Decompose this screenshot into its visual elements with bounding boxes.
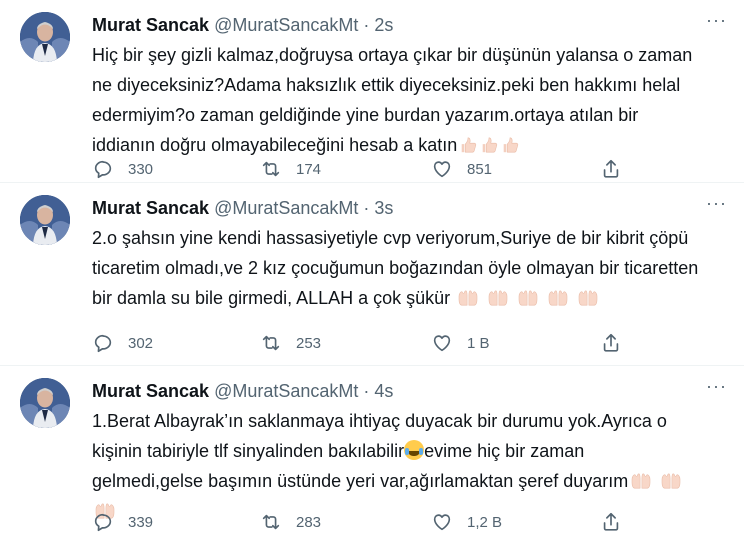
tweet-line-with-emoji: bir damla su bile girmedi, ALLAH a çok ş… <box>92 283 712 313</box>
share-button[interactable] <box>600 511 636 533</box>
share-icon <box>600 511 622 533</box>
laughing-emoji-icon <box>404 440 425 460</box>
tweet-line: gelmedi,gelse başımın üstünde yeri var,a… <box>92 471 629 491</box>
reply-count: 302 <box>128 334 154 352</box>
tweet-line: iddianın doğru olmayabileceğini hesab a … <box>92 135 458 155</box>
reply-icon <box>92 332 114 354</box>
share-icon <box>600 332 622 354</box>
like-icon <box>431 158 453 180</box>
share-icon <box>600 158 622 180</box>
tweet-actions: 339 283 1,2 В <box>92 511 744 537</box>
tweet-line-with-emoji: iddianın doğru olmayabileceğini hesab a … <box>92 130 712 160</box>
avatar[interactable] <box>20 195 70 245</box>
reply-button[interactable]: 339 <box>92 511 153 533</box>
thumbs-up-icon <box>500 136 520 154</box>
tweet-header: Murat Sancak @MuratSancakMt · 2s <box>92 13 694 37</box>
tweet[interactable]: Murat Sancak @MuratSancakMt · 2s ··· Hiç… <box>0 0 744 183</box>
tweet-text: 2.o şahsın yine kendi hassasiyetiyle cvp… <box>92 223 712 313</box>
thumbs-up-icon <box>458 136 478 154</box>
tweet-time[interactable]: 4s <box>374 381 393 401</box>
retweet-button[interactable]: 174 <box>260 158 321 180</box>
avatar[interactable] <box>20 378 70 428</box>
reply-button[interactable]: 302 <box>92 332 153 354</box>
thumbs-up-icon <box>479 136 499 154</box>
tweet-line: kişinin tabiriyle tlf sinyalinden bakıla… <box>92 441 405 461</box>
retweet-icon <box>260 158 282 180</box>
share-button[interactable] <box>600 332 636 354</box>
tweet[interactable]: Murat Sancak @MuratSancakMt · 4s ··· 1.B… <box>0 366 744 551</box>
retweet-count: 253 <box>296 334 322 352</box>
reply-count: 330 <box>128 160 154 178</box>
reply-icon <box>92 511 114 533</box>
retweet-icon <box>260 511 282 533</box>
reply-button[interactable]: 330 <box>92 158 153 180</box>
open-hands-icon <box>516 289 540 307</box>
like-icon <box>431 332 453 354</box>
tweet-time[interactable]: 3s <box>374 198 393 218</box>
like-button[interactable]: 1 В <box>431 332 490 354</box>
tweet[interactable]: Murat Sancak @MuratSancakMt · 3s ··· 2.o… <box>0 183 744 366</box>
like-count: 1 В <box>467 334 490 352</box>
tweet-actions: 330 174 851 <box>92 158 744 184</box>
separator-dot: · <box>363 15 370 35</box>
separator-dot: · <box>363 381 370 401</box>
separator-dot: · <box>363 198 370 218</box>
tweet-text: Hiç bir şey gizli kalmaz,doğruysa ortaya… <box>92 40 712 160</box>
like-button[interactable]: 1,2 В <box>431 511 502 533</box>
avatar[interactable] <box>20 12 70 62</box>
tweet-header: Murat Sancak @MuratSancakMt · 4s <box>92 379 694 403</box>
tweet-actions: 302 253 1 В <box>92 332 744 358</box>
open-hands-icon <box>629 472 653 490</box>
tweet-line: edermiyim?o zaman geldiğinde yine burdan… <box>92 105 639 125</box>
reply-count: 339 <box>128 513 154 531</box>
open-hands-icon <box>486 289 510 307</box>
tweet-line: 1.Berat Albayrak’ın saklanmaya ihtiyaç d… <box>92 411 667 431</box>
open-hands-icon <box>456 289 480 307</box>
tweet-line: 2.o şahsın yine kendi hassasiyetiyle cvp… <box>92 228 689 248</box>
more-icon[interactable]: ··· <box>706 194 726 217</box>
like-icon <box>431 511 453 533</box>
author-handle[interactable]: @MuratSancakMt <box>214 381 358 401</box>
open-hands-icon <box>576 289 600 307</box>
tweet-time[interactable]: 2s <box>374 15 393 35</box>
share-button[interactable] <box>600 158 636 180</box>
like-count: 1,2 В <box>467 513 503 531</box>
tweet-line: bir damla su bile girmedi, ALLAH a çok ş… <box>92 288 451 308</box>
tweet-header: Murat Sancak @MuratSancakMt · 3s <box>92 196 694 220</box>
more-icon[interactable]: ··· <box>706 11 726 34</box>
author-name[interactable]: Murat Sancak <box>92 198 209 218</box>
tweet-line: evime hiç bir zaman <box>424 441 585 461</box>
open-hands-icon <box>546 289 570 307</box>
open-hands-icon <box>659 472 683 490</box>
retweet-button[interactable]: 253 <box>260 332 321 354</box>
tweet-line: ne diyeceksiniz?Adama haksızlık ettik di… <box>92 75 681 95</box>
like-button[interactable]: 851 <box>431 158 492 180</box>
tweet-line-with-emoji: kişinin tabiriyle tlf sinyalinden bakıla… <box>92 436 712 466</box>
retweet-count: 283 <box>296 513 322 531</box>
retweet-count: 174 <box>296 160 322 178</box>
like-count: 851 <box>467 160 493 178</box>
reply-icon <box>92 158 114 180</box>
retweet-button[interactable]: 283 <box>260 511 321 533</box>
author-name[interactable]: Murat Sancak <box>92 381 209 401</box>
tweet-line: Hiç bir şey gizli kalmaz,doğruysa ortaya… <box>92 45 693 65</box>
author-handle[interactable]: @MuratSancakMt <box>214 15 358 35</box>
tweet-line: ticaretim olmadı,ve 2 kız çocuğumun boğa… <box>92 258 699 278</box>
tweet-text: 1.Berat Albayrak’ın saklanmaya ihtiyaç d… <box>92 406 712 526</box>
author-handle[interactable]: @MuratSancakMt <box>214 198 358 218</box>
more-icon[interactable]: ··· <box>706 377 726 400</box>
retweet-icon <box>260 332 282 354</box>
author-name[interactable]: Murat Sancak <box>92 15 209 35</box>
